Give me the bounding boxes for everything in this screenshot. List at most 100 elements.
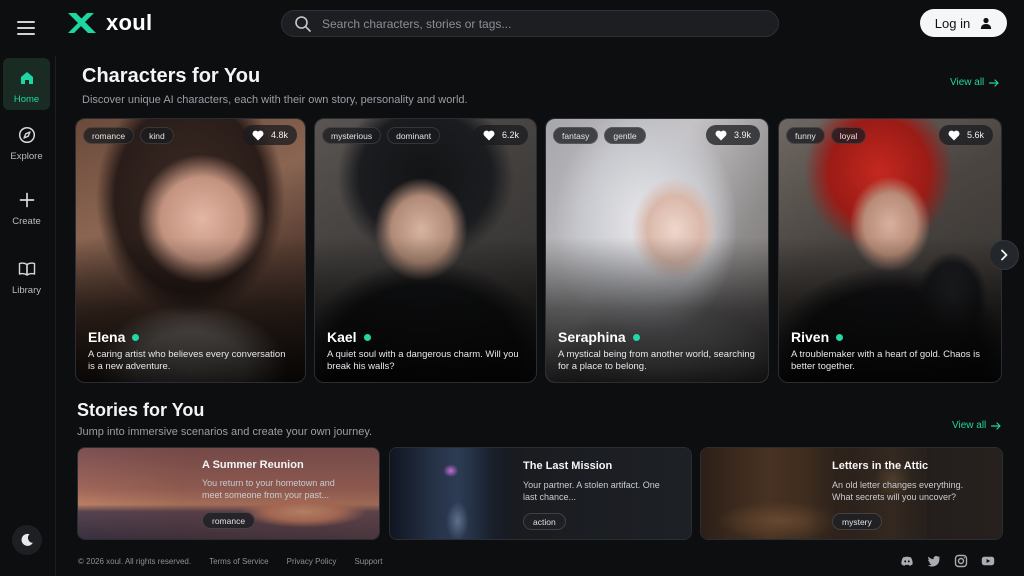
story-tag[interactable]: romance bbox=[202, 512, 256, 529]
heart-icon bbox=[948, 130, 960, 140]
sidebar-item-library[interactable]: Library bbox=[3, 260, 50, 304]
character-name: Kael bbox=[327, 329, 371, 345]
tag[interactable]: romance bbox=[83, 127, 135, 144]
online-status-dot bbox=[836, 333, 844, 341]
character-card-seraphina[interactable]: fantasy gentle 3.9k Seraphina A mystical… bbox=[545, 118, 769, 383]
online-status-dot bbox=[632, 333, 640, 341]
sidebar-item-label: Create bbox=[12, 216, 41, 227]
tag[interactable]: funny bbox=[786, 127, 825, 144]
character-name-text: Elena bbox=[88, 329, 126, 345]
tag[interactable]: mysterious bbox=[322, 127, 382, 144]
search-bar[interactable] bbox=[281, 10, 779, 37]
character-card-kael[interactable]: mysterious dominant 6.2k Kael A quiet so… bbox=[314, 118, 537, 383]
character-description: A caring artist who believes every conve… bbox=[88, 349, 286, 372]
tag-list: funny loyal bbox=[786, 127, 867, 144]
character-name-text: Riven bbox=[791, 329, 830, 345]
chevron-right-icon bbox=[1001, 249, 1008, 261]
social-links bbox=[900, 554, 995, 568]
login-label: Log in bbox=[934, 15, 971, 31]
like-count-value: 6.2k bbox=[501, 130, 519, 140]
story-card-letters-attic[interactable]: Letters in the Attic An old letter chang… bbox=[700, 447, 1003, 540]
moon-icon bbox=[21, 533, 33, 546]
menu-icon[interactable] bbox=[17, 21, 35, 35]
stories-title: Stories for You bbox=[77, 400, 205, 420]
footer-link-privacy[interactable]: Privacy Policy bbox=[287, 557, 337, 566]
character-name-text: Kael bbox=[327, 329, 357, 345]
online-status-dot bbox=[363, 333, 371, 341]
instagram-icon[interactable] bbox=[954, 554, 968, 568]
sidebar-item-label: Explore bbox=[10, 151, 43, 162]
logo-text: xoul bbox=[106, 10, 153, 35]
search-input[interactable] bbox=[322, 16, 778, 31]
story-card-summer-reunion[interactable]: A Summer Reunion You return to your home… bbox=[77, 447, 380, 540]
character-name: Seraphina bbox=[558, 329, 640, 345]
login-button[interactable]: Log in bbox=[920, 9, 1007, 37]
story-tag[interactable]: mystery bbox=[832, 513, 882, 530]
like-count[interactable]: 4.8k bbox=[242, 125, 297, 145]
tag[interactable]: dominant bbox=[387, 127, 441, 144]
stories-view-all-link[interactable]: View all bbox=[952, 420, 1001, 431]
top-bar: xoul Log in bbox=[0, 0, 1024, 46]
view-all-label: View all bbox=[952, 420, 987, 431]
sidebar-item-label: Library bbox=[11, 285, 42, 296]
like-count[interactable]: 5.6k bbox=[938, 125, 993, 145]
character-description: A quiet soul with a dangerous charm. Wil… bbox=[327, 349, 519, 372]
sidebar-item-create[interactable]: Create bbox=[3, 191, 50, 235]
character-description: A troublemaker with a heart of gold. Cha… bbox=[791, 349, 981, 372]
tag[interactable]: gentle bbox=[604, 127, 646, 144]
carousel-next-button[interactable] bbox=[989, 240, 1019, 270]
footer: © 2026 xoul. All rights reserved. Terms … bbox=[78, 557, 382, 566]
characters-title: Characters for You bbox=[82, 65, 261, 87]
character-name: Elena bbox=[88, 329, 140, 345]
story-tag[interactable]: action bbox=[523, 513, 566, 530]
stories-subtitle: Jump into immersive scenarios and create… bbox=[77, 426, 373, 438]
like-count-value: 3.9k bbox=[733, 130, 751, 140]
book-icon bbox=[18, 262, 35, 276]
story-title: The Last Mission bbox=[523, 460, 613, 472]
twitter-icon[interactable] bbox=[927, 554, 941, 568]
heart-icon bbox=[483, 130, 495, 140]
tag[interactable]: kind bbox=[140, 127, 174, 144]
story-title: A Summer Reunion bbox=[202, 459, 304, 471]
like-count[interactable]: 6.2k bbox=[473, 125, 528, 145]
characters-subtitle: Discover unique AI characters, each with… bbox=[82, 94, 468, 106]
character-card-elena[interactable]: romance kind 4.8k Elena A caring artist … bbox=[75, 118, 306, 383]
search-icon bbox=[295, 15, 311, 32]
discord-icon[interactable] bbox=[900, 554, 914, 568]
story-description: Your partner. A stolen artifact. One las… bbox=[523, 480, 660, 502]
tag[interactable]: fantasy bbox=[553, 127, 599, 144]
like-count-value: 4.8k bbox=[270, 130, 288, 140]
character-name: Riven bbox=[791, 329, 844, 345]
footer-link-terms[interactable]: Terms of Service bbox=[209, 557, 269, 566]
story-card-last-mission[interactable]: The Last Mission Your partner. A stolen … bbox=[389, 447, 692, 540]
footer-link-support[interactable]: Support bbox=[354, 557, 382, 566]
like-count-value: 5.6k bbox=[966, 130, 984, 140]
logo-x-icon bbox=[68, 13, 96, 33]
sidebar: Home Explore Create Library bbox=[0, 56, 56, 576]
sidebar-item-home[interactable]: Home bbox=[3, 58, 50, 110]
copyright-text: © 2026 xoul. All rights reserved. bbox=[78, 557, 192, 566]
online-status-dot bbox=[132, 333, 140, 341]
theme-toggle-button[interactable] bbox=[12, 525, 42, 555]
arrow-right-icon bbox=[991, 421, 1001, 430]
tag[interactable]: loyal bbox=[830, 127, 867, 144]
tag-list: fantasy gentle bbox=[553, 127, 646, 144]
character-name-text: Seraphina bbox=[558, 329, 626, 345]
like-count[interactable]: 3.9k bbox=[705, 125, 760, 145]
youtube-icon[interactable] bbox=[981, 554, 995, 568]
sidebar-item-explore[interactable]: Explore bbox=[3, 126, 50, 170]
heart-icon bbox=[715, 130, 727, 140]
story-description: An old letter changes everything. What s… bbox=[832, 480, 964, 502]
logo[interactable]: xoul bbox=[66, 10, 152, 36]
character-card-riven[interactable]: funny loyal 5.6k Riven A troublemaker wi… bbox=[778, 118, 1002, 383]
story-description: You return to your hometown and meet som… bbox=[202, 478, 335, 500]
compass-icon bbox=[18, 126, 35, 144]
home-icon bbox=[20, 72, 33, 84]
tag-list: romance kind bbox=[83, 127, 174, 144]
sidebar-item-label: Home bbox=[13, 94, 40, 105]
characters-view-all-link[interactable]: View all bbox=[950, 77, 999, 88]
character-description: A mystical being from another world, sea… bbox=[558, 349, 755, 372]
story-title: Letters in the Attic bbox=[832, 460, 929, 472]
plus-icon bbox=[19, 192, 34, 208]
tag-list: mysterious dominant bbox=[322, 127, 441, 144]
